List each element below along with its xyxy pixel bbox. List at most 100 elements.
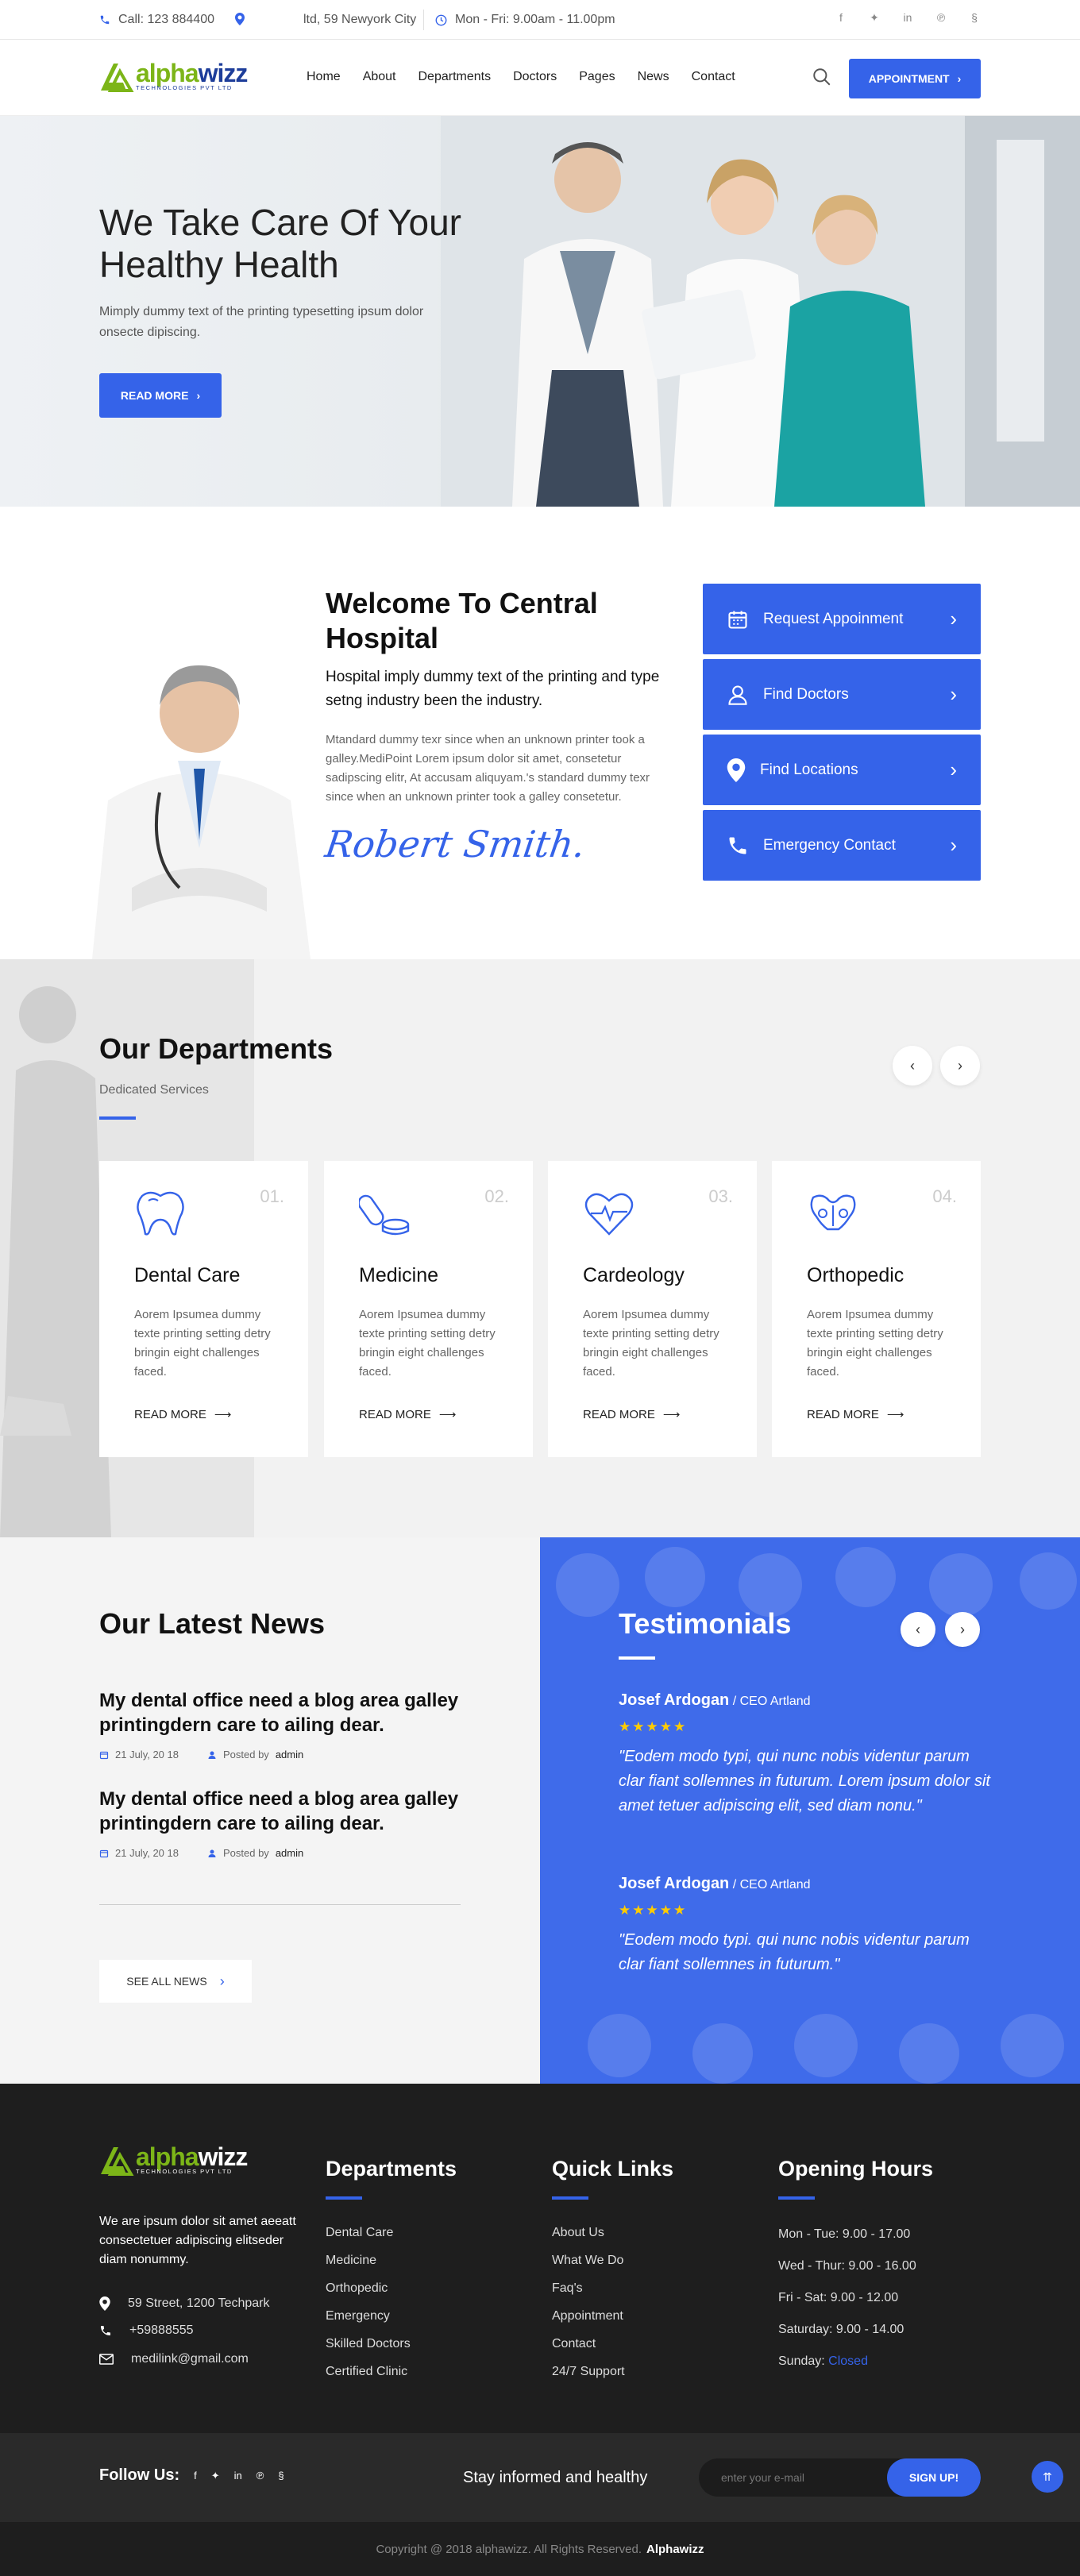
newsletter-email-input[interactable] [699,2458,888,2497]
see-all-news-button[interactable]: SEE ALL NEWS › [99,1960,252,2003]
phone-icon [729,837,746,854]
skype-icon[interactable]: § [968,11,981,25]
department-card-orthopedic[interactable]: 04. Orthopedic Aorem Ipsumea dummy texte… [772,1161,981,1457]
card-text: Aorem Ipsumea dummy texte printing setti… [359,1308,496,1379]
footer-email[interactable]: medilink@gmail.com [99,2352,249,2366]
card-number: 03. [708,1186,733,1206]
sunday-value: Closed [828,2354,868,2368]
footer-quick-links-list: About Us What We Do Faq's Appointment Co… [552,2219,625,2385]
footer: alphawizz TECHNOLOGIES PVT LTD We are ip… [0,2084,1080,2433]
news-item[interactable]: My dental office need a blog area galley… [99,1688,472,1760]
nav-doctors[interactable]: Doctors [513,70,557,84]
quick-find-locations[interactable]: Find Locations › [703,735,981,805]
footer-link[interactable]: Orthopedic [326,2274,411,2302]
footer-link[interactable]: Certified Clinic [326,2358,411,2385]
linkedin-icon[interactable]: in [234,2470,242,2482]
departments-prev-button[interactable]: ‹ [893,1046,932,1086]
chevron-right-icon: › [950,833,957,857]
footer-link[interactable]: About Us [552,2219,625,2246]
logo-mark-icon [101,2147,134,2176]
nav-about[interactable]: About [363,70,396,84]
card-read-more-label: READ MORE [583,1407,655,1421]
quick-link-label: Request Appoinment [763,610,904,627]
main-header: alphawizz TECHNOLOGIES PVT LTD Home Abou… [0,40,1080,116]
sunday-label: Sunday: [778,2354,825,2368]
pinterest-icon[interactable]: ℗ [935,11,947,25]
footer-link[interactable]: Appointment [552,2302,625,2330]
department-card-cardeology[interactable]: 03. Cardeology Aorem Ipsumea dummy texte… [548,1161,757,1457]
footer-link[interactable]: Emergency [326,2302,411,2330]
welcome-lead: Hospital imply dummy text of the printin… [326,669,660,709]
location-pin-icon [727,758,746,782]
news-author[interactable]: admin [276,1847,303,1859]
hero-read-more-button[interactable]: READ MORE › [99,373,222,418]
copyright-brand[interactable]: Alphawizz [646,2543,704,2556]
card-read-more-link[interactable]: READ MORE ⟶ [359,1407,457,1422]
twitter-icon[interactable]: ✦ [211,2470,220,2482]
nav-contact[interactable]: Contact [692,70,735,84]
footer-logo[interactable]: alphawizz TECHNOLOGIES PVT LTD [99,2144,248,2176]
quick-emergency-contact[interactable]: Emergency Contact › [703,810,981,881]
department-card-dental[interactable]: 01. Dental Care Aorem Ipsumea dummy text… [99,1161,308,1457]
news-headline[interactable]: My dental office need a blog area galley… [99,1787,472,1836]
nav-departments[interactable]: Departments [418,70,492,84]
hours-row: Mon - Tue: 9.00 - 17.00 [778,2227,911,2241]
quick-request-appointment[interactable]: Request Appoinment › [703,584,981,654]
logo[interactable]: alphawizz TECHNOLOGIES PVT LTD [99,59,249,92]
appointment-button[interactable]: APPOINTMENT › [849,59,981,98]
search-button[interactable] [812,67,832,87]
arrow-right-icon: ⟶ [438,1408,457,1421]
facebook-icon[interactable]: f [194,2470,197,2482]
skype-icon[interactable]: § [278,2470,284,2482]
footer-link[interactable]: Medicine [326,2246,411,2274]
nav-news[interactable]: News [638,70,669,84]
linkedin-icon[interactable]: in [901,11,914,25]
doctor-portrait-image [92,665,310,959]
footer-hours-list: Mon - Tue: 9.00 - 17.00 Wed - Thur: 9.00… [778,2219,916,2377]
footer-link[interactable]: Contact [552,2330,625,2358]
facebook-icon[interactable]: f [835,11,847,25]
card-read-more-label: READ MORE [134,1407,206,1421]
department-card-medicine[interactable]: 02. Medicine Aorem Ipsumea dummy texte p… [324,1161,533,1457]
testimonial-name: Josef Ardogan [619,1691,730,1709]
nav-pages[interactable]: Pages [579,70,615,84]
pinterest-icon[interactable]: ℗ [256,2470,264,2482]
footer-address: 59 Street, 1200 Techpark [99,2296,270,2311]
scroll-to-top-button[interactable]: ⇈ [1032,2461,1063,2493]
testimonials-prev-button[interactable]: ‹ [901,1612,935,1647]
testimonials-next-button[interactable]: › [945,1612,980,1647]
logo-text-wizz: wizz [198,59,249,87]
card-read-more-link[interactable]: READ MORE ⟶ [807,1407,904,1422]
welcome-title: Welcome To Central Hospital [326,587,598,654]
news-headline[interactable]: My dental office need a blog area galley… [99,1688,472,1737]
footer-link[interactable]: Faq's [552,2274,625,2302]
card-read-more-link[interactable]: READ MORE ⟶ [583,1407,680,1422]
card-title: Cardeology [583,1264,685,1286]
footer-link[interactable]: Dental Care [326,2219,411,2246]
footer-email-text: medilink@gmail.com [131,2352,249,2366]
twitter-icon[interactable]: ✦ [868,11,881,25]
card-number: 02. [484,1186,509,1206]
news-item[interactable]: My dental office need a blog area galley… [99,1787,472,1859]
signup-button[interactable]: SIGN UP! [887,2458,981,2497]
mail-icon [99,2354,114,2365]
news-meta: 21 July, 20 18 Posted by admin [99,1847,472,1859]
testimonial-quote: "Eodem modo typi, qui nunc nobis videntu… [619,1748,990,1814]
departments-next-button[interactable]: › [940,1046,980,1086]
footer-link[interactable]: Skilled Doctors [326,2330,411,2358]
topbar-phone[interactable]: Call: 123 884400 [99,13,214,27]
quick-find-doctors[interactable]: Find Doctors › [703,659,981,730]
footer-link[interactable]: 24/7 Support [552,2358,625,2385]
chevron-left-icon: ‹ [910,1057,915,1074]
topbar-address-text: ltd, 59 Newyork City [303,13,417,26]
nav-home[interactable]: Home [307,70,341,84]
topbar-phone-text: Call: 123 884400 [118,13,214,26]
hero-title: We Take Care Of Your Healthy Health [99,202,462,285]
footer-phone[interactable]: +59888555 [99,2323,194,2338]
card-read-more-label: READ MORE [359,1407,431,1421]
news-author[interactable]: admin [276,1749,303,1760]
footer-about: We are ipsum dolor sit amet aeeatt conse… [99,2215,296,2266]
footer-link[interactable]: What We Do [552,2246,625,2274]
phone-icon [100,15,110,25]
card-read-more-link[interactable]: READ MORE ⟶ [134,1407,231,1422]
